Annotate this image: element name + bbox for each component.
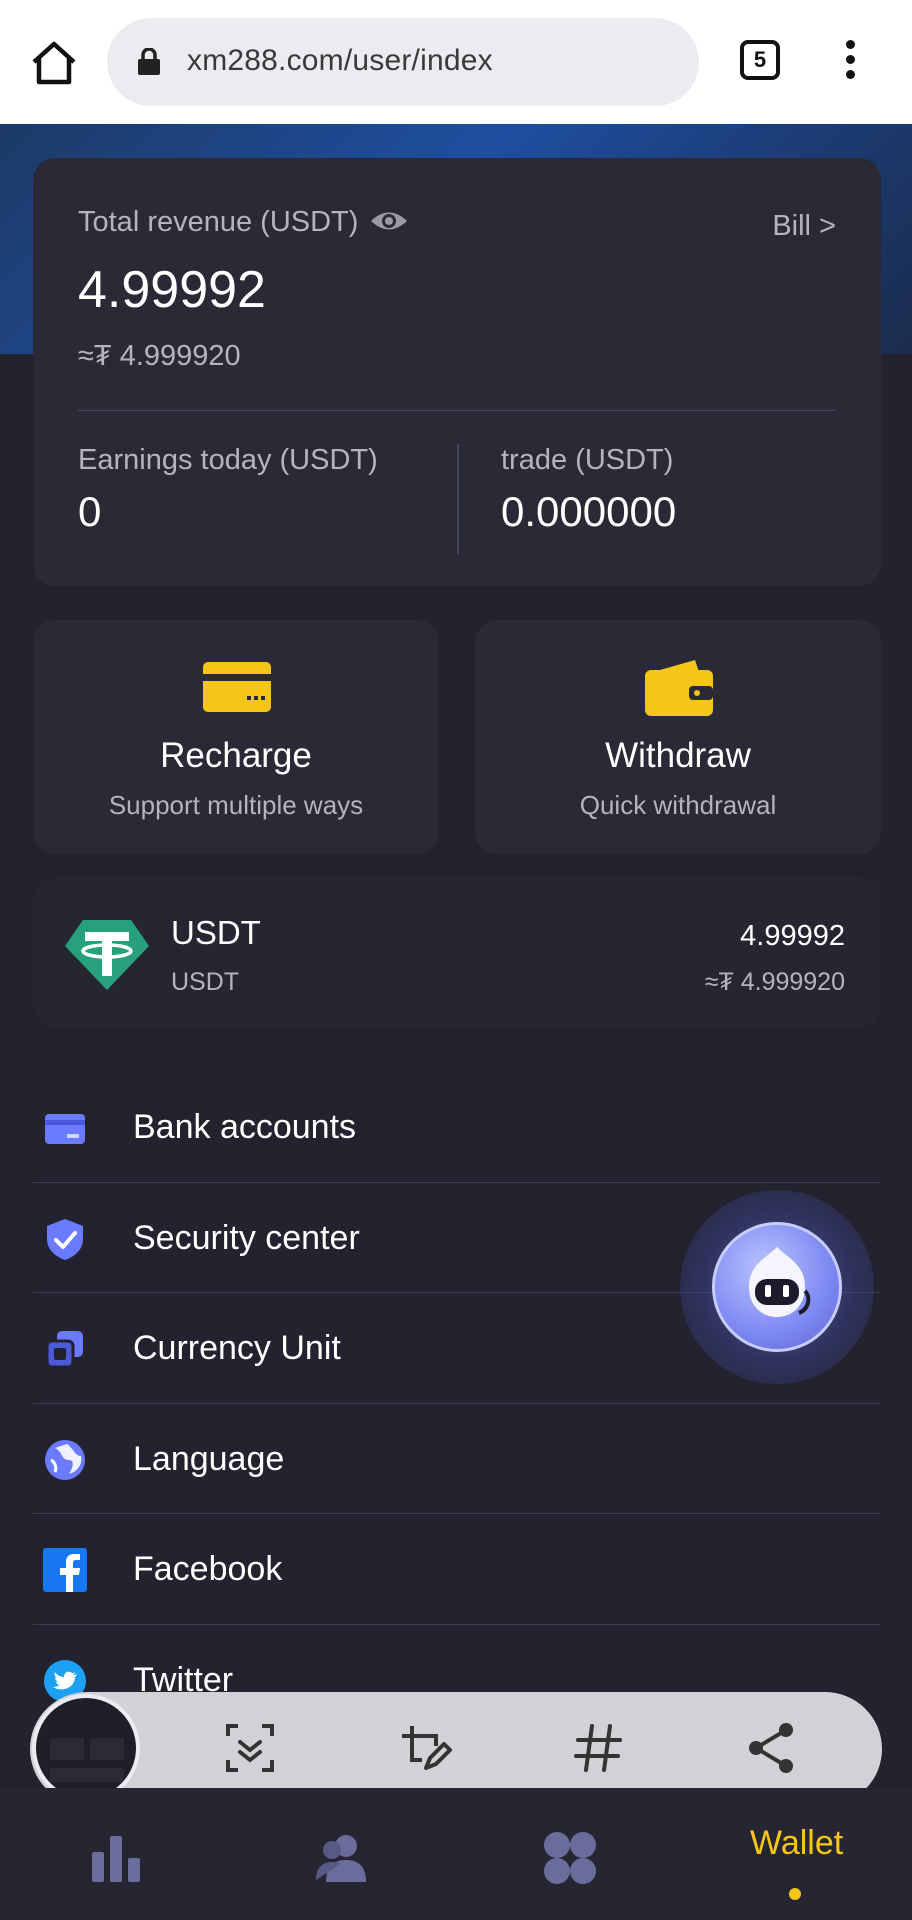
tab-switcher-button[interactable]: 5	[740, 40, 780, 80]
asset-balance: 4.99992	[740, 920, 845, 952]
facebook-icon	[43, 1548, 87, 1592]
card-icon	[203, 658, 271, 716]
settings-menu: Bank accounts Security center Currency U…	[33, 1072, 881, 1735]
menu-label: Currency Unit	[133, 1329, 341, 1367]
menu-item-language[interactable]: Language	[33, 1404, 881, 1514]
share-icon[interactable]	[744, 1720, 800, 1776]
nav-wallet-tab[interactable]: Wallet	[750, 1824, 843, 1863]
currency-stack-icon	[43, 1327, 87, 1371]
overflow-menu-icon[interactable]	[840, 40, 860, 84]
address-bar[interactable]: xm288.com/user/index	[107, 18, 699, 106]
nav-market-icon[interactable]	[88, 1828, 148, 1888]
eye-icon[interactable]	[369, 206, 409, 236]
home-icon[interactable]	[28, 38, 80, 88]
stat-divider	[457, 444, 459, 554]
total-revenue-value: 4.99992	[78, 261, 266, 319]
bank-card-icon	[43, 1106, 87, 1150]
url-text: xm288.com/user/index	[187, 44, 493, 77]
trade-label: trade (USDT)	[501, 444, 674, 476]
edit-screenshot-icon[interactable]	[396, 1720, 452, 1776]
nav-team-icon[interactable]	[312, 1828, 372, 1888]
lock-icon	[137, 47, 161, 76]
withdraw-title: Withdraw	[605, 736, 751, 775]
customer-service-button[interactable]	[680, 1190, 874, 1384]
menu-label: Language	[133, 1439, 285, 1478]
withdraw-subtitle: Quick withdrawal	[579, 790, 777, 820]
menu-label: Bank accounts	[133, 1108, 357, 1146]
globe-icon	[43, 1438, 87, 1482]
divider	[78, 410, 836, 411]
total-revenue-fiat: ≈₮ 4.999920	[78, 340, 241, 372]
revenue-card: Total revenue (USDT) Bill > 4.99992 ≈₮ 4…	[33, 158, 881, 586]
shield-check-icon	[43, 1217, 87, 1261]
recharge-title: Recharge	[160, 736, 312, 775]
asset-name: USDT	[171, 914, 261, 951]
menu-label: Security center	[133, 1218, 360, 1257]
earnings-today-label: Earnings today (USDT)	[78, 444, 378, 476]
browser-toolbar: xm288.com/user/index 5	[0, 0, 912, 124]
screenshot-thumbnail[interactable]	[32, 1694, 140, 1802]
hashtag-icon[interactable]	[570, 1720, 626, 1776]
withdraw-button[interactable]: Withdraw Quick withdrawal	[475, 620, 881, 854]
asset-fiat: ≈₮ 4.999920	[704, 968, 845, 996]
menu-label: Facebook	[133, 1550, 283, 1588]
menu-item-facebook[interactable]: Facebook	[33, 1514, 881, 1625]
active-tab-indicator	[789, 1888, 801, 1900]
recharge-subtitle: Support multiple ways	[108, 790, 364, 820]
total-revenue-label: Total revenue (USDT)	[78, 206, 359, 238]
nav-apps-icon[interactable]	[540, 1828, 600, 1888]
scroll-capture-icon[interactable]	[222, 1720, 278, 1776]
menu-item-bank-accounts[interactable]: Bank accounts	[33, 1072, 881, 1183]
earnings-today-value: 0	[78, 488, 102, 535]
asset-symbol: USDT	[171, 968, 240, 996]
tether-icon	[65, 918, 149, 992]
bill-link[interactable]: Bill >	[772, 210, 836, 243]
wallet-icon	[645, 658, 713, 716]
recharge-button[interactable]: Recharge Support multiple ways	[33, 620, 439, 854]
bottom-navigation: Wallet	[0, 1788, 912, 1920]
asset-usdt-row[interactable]: USDT USDT 4.99992 ≈₮ 4.999920	[33, 878, 881, 1028]
trade-value: 0.000000	[501, 488, 677, 535]
robot-avatar-icon	[712, 1222, 842, 1352]
